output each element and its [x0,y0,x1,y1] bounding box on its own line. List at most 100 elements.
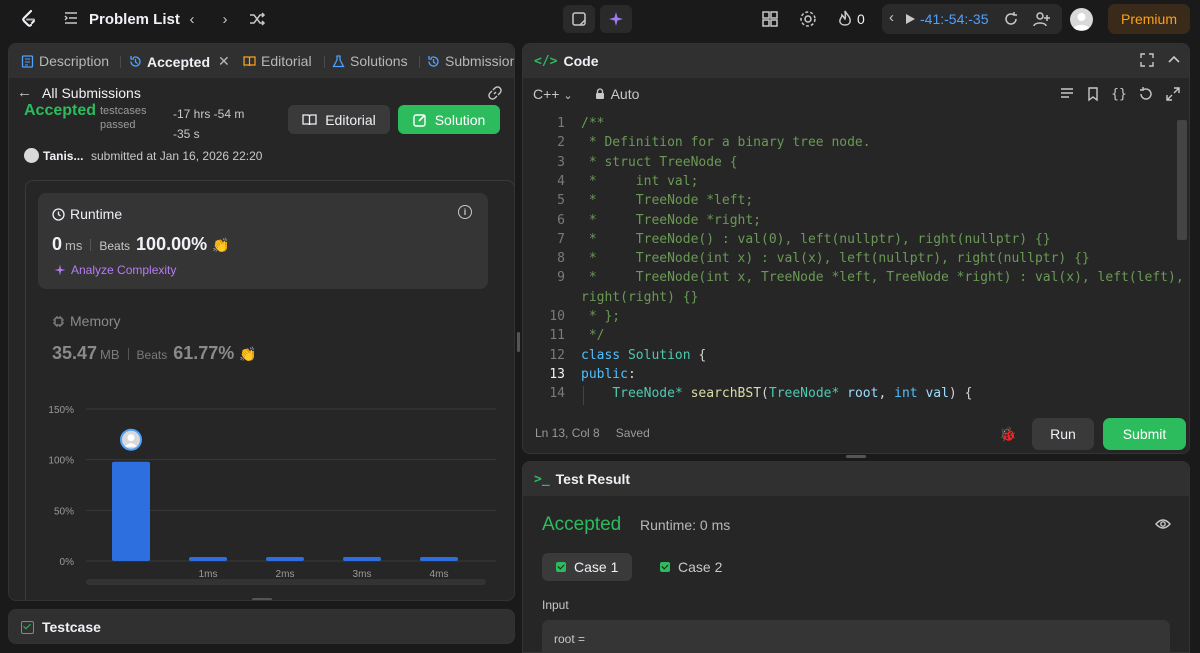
line-number: 10 [549,309,565,324]
memory-title: Memory [70,313,121,329]
back-to-submissions[interactable]: ← All Submissions [17,84,141,101]
line-number: 11 [549,328,565,344]
code-text: class Solution { [581,347,707,363]
layout-grid-icon[interactable] [760,9,780,29]
test-result-panel: >_ Test Result Accepted Runtime: 0 ms Ca… [522,461,1190,653]
reset-timer-icon[interactable] [1003,11,1019,27]
auto-mode[interactable]: Auto [595,86,639,102]
tab-case-2[interactable]: Case 2 [646,553,736,581]
check-icon [660,562,670,572]
run-button[interactable]: Run [1032,418,1094,450]
reset-code-icon[interactable] [1138,86,1154,102]
add-friend-icon[interactable] [1033,11,1051,27]
analyze-complexity-link[interactable]: Analyze Complexity [54,263,176,277]
expand-icon[interactable] [1165,86,1181,102]
premium-button[interactable]: Premium [1108,4,1190,34]
timer-collapse-icon[interactable]: ‹ [889,9,894,26]
line-number: 3 [557,154,565,170]
bar[interactable] [112,461,150,561]
x-tick-label: 1ms [199,569,218,580]
tab-editorial[interactable]: Editorial [243,53,312,69]
info-icon[interactable]: i [458,205,472,219]
fullscreen-icon[interactable] [1140,53,1154,67]
braces-icon[interactable]: {} [1111,86,1127,102]
shuffle-icon[interactable] [247,9,267,29]
description-icon [21,54,34,68]
code-text: * TreeNode *left; [581,193,754,209]
testcase-panel[interactable]: Testcase [8,609,515,644]
submission-scroll[interactable]: Accepted testcases passed -17 hrs -54 m … [9,100,515,600]
prev-problem-icon[interactable]: ‹ [182,9,202,29]
bar[interactable] [420,556,458,561]
code-panel: </> Code C++ ⌄ Auto {} 1 /** 2 * Definitio… [522,43,1190,454]
submission-time: -17 hrs -54 m -35 s [173,107,245,141]
notes-icon [572,12,586,26]
tab-submissions[interactable]: Submissions [427,53,514,69]
tab-case-1[interactable]: Case 1 [542,553,633,581]
eye-icon[interactable] [1155,517,1171,531]
submission-status: Accepted [24,102,97,119]
play-icon[interactable] [904,13,916,25]
chevron-up-icon[interactable] [1167,53,1181,67]
bar[interactable] [343,556,381,561]
user-avatar[interactable] [1070,8,1093,31]
settings-gear-icon[interactable] [798,9,818,29]
list-icon[interactable] [64,11,78,25]
problem-list-link[interactable]: Problem List [89,11,180,28]
line-number: 8 [557,251,565,267]
result-title: Test Result [555,471,631,487]
solution-button[interactable]: Solution [398,105,500,134]
code-editor[interactable]: 1 /** 2 * Definition for a binary tree nod… [523,116,1189,406]
flask-icon [332,54,345,67]
y-tick-label: 100% [48,456,74,467]
next-problem-icon[interactable]: › [215,9,235,29]
ai-assist-button[interactable] [600,5,632,33]
code-text: * }; [581,309,621,324]
x-tick-label: 3ms [353,569,372,580]
resize-handle[interactable] [846,455,866,458]
bar[interactable] [189,556,227,561]
streak-count: 0 [857,11,865,27]
editorial-button[interactable]: Editorial [288,105,390,134]
close-tab-icon[interactable]: ✕ [218,53,230,70]
language-select[interactable]: C++ ⌄ [533,86,573,102]
top-nav: Problem List ‹ › 0 ‹ -41:-54:-35 Premium [0,0,1200,38]
memory-beats: 61.77% [173,343,235,363]
panel-resize-handle[interactable] [517,332,520,352]
submitter-avatar[interactable] [24,148,39,163]
line-number: 12 [549,347,565,363]
sparkle-icon [54,264,66,276]
submitter-name[interactable]: Tanis... [43,149,83,163]
bar[interactable] [266,556,304,561]
submit-button[interactable]: Submit [1103,418,1186,450]
line-number: 7 [557,231,565,247]
code-text: */ [581,328,605,344]
timer-widget[interactable]: ‹ -41:-54:-35 [882,4,1062,34]
arrow-left-icon: ← [17,84,32,101]
y-tick-label: 150% [48,405,74,416]
code-text: * Definition for a binary tree node. [581,135,871,151]
resize-handle[interactable] [252,598,272,600]
runtime-card[interactable]: Runtime i 0 ms Beats 100.00% 👏 Analyze Comp… [38,193,488,289]
code-text: TreeNode* searchBST(TreeNode* root, int … [612,386,973,402]
bookmark-icon[interactable] [1085,86,1101,102]
runtime-distribution-chart[interactable]: 150% 100% 50% 0% 1ms 2ms 3ms 4ms [26,396,515,586]
tab-description[interactable]: Description [21,53,109,69]
testcase-title: Testcase [42,619,101,635]
editor-scrollbar[interactable] [1177,120,1187,240]
submitted-at: submitted at Jan 16, 2026 22:20 [91,149,263,163]
lock-icon [595,88,604,99]
format-lines-icon[interactable] [1059,86,1075,102]
runtime-value-row: 0 ms Beats 100.00% 👏 [52,234,230,254]
memory-card[interactable]: Memory [52,313,121,329]
line-number: 2 [557,135,565,151]
tab-accepted[interactable]: Accepted ✕ [129,53,230,70]
leetcode-logo-icon[interactable] [19,9,39,29]
line-number: 5 [557,193,565,209]
notes-button[interactable] [563,5,595,33]
streak-fire-icon[interactable] [835,9,855,29]
stats-card: Runtime i 0 ms Beats 100.00% 👏 Analyze Comp… [25,180,515,600]
debugger-icon[interactable]: 🐞 [999,426,1016,443]
share-link-icon[interactable] [487,85,503,101]
tab-solutions[interactable]: Solutions [332,53,408,69]
